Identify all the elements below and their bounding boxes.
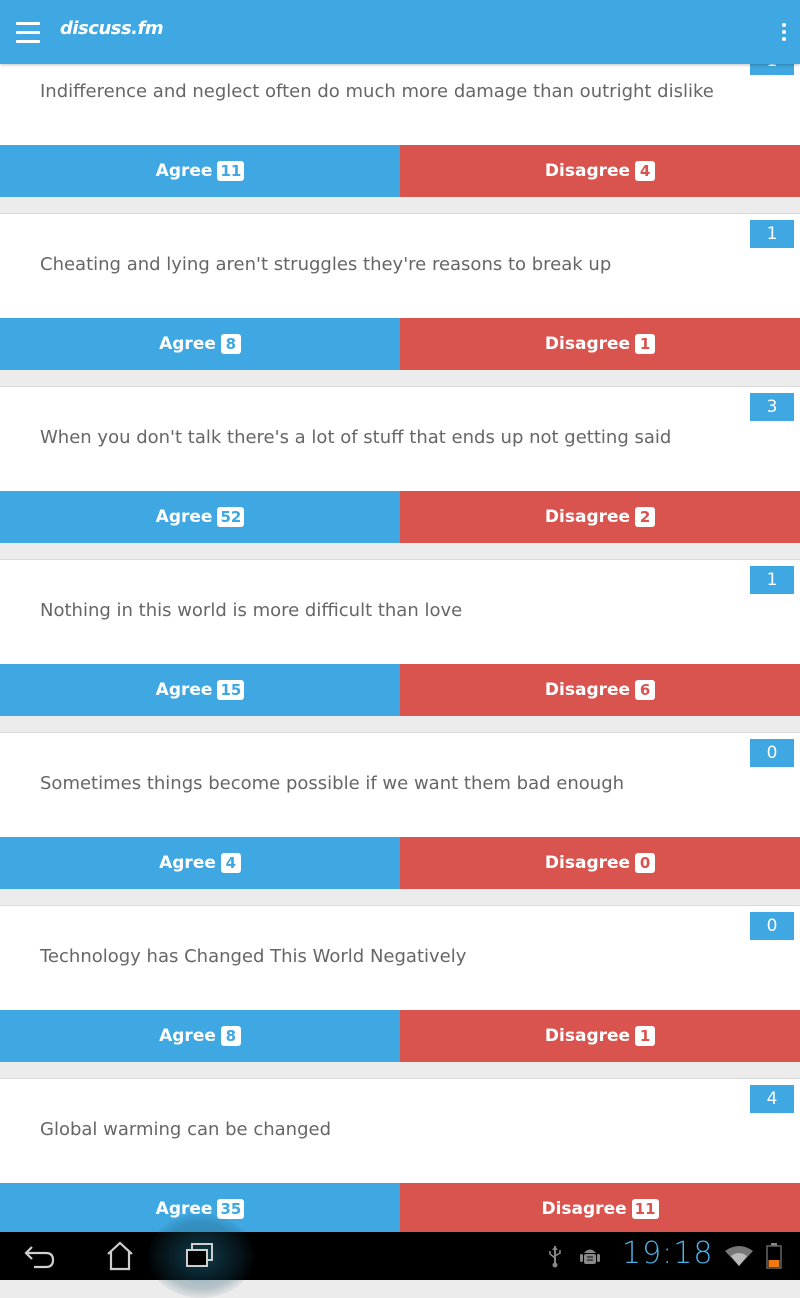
comment-count-badge[interactable]: 1: [750, 220, 794, 248]
disagree-button[interactable]: Disagree 1: [400, 1010, 800, 1062]
agree-label: Agree: [159, 1026, 216, 1046]
disagree-button[interactable]: Disagree 0: [400, 837, 800, 889]
discussion-card: 1 Cheating and lying aren't struggles th…: [0, 213, 800, 370]
disagree-label: Disagree: [544, 334, 631, 354]
disagree-label: Disagree: [544, 161, 631, 181]
disagree-button[interactable]: Disagree 2: [400, 491, 800, 543]
back-icon[interactable]: [20, 1238, 60, 1274]
discussion-card: 1 Indifference and neglect often do much…: [0, 64, 800, 197]
disagree-count: 1: [635, 334, 656, 354]
agree-count: 11: [217, 161, 245, 181]
disagree-button[interactable]: Disagree 6: [400, 664, 800, 716]
agree-button[interactable]: Agree 52: [0, 491, 400, 543]
battery-icon: [766, 1243, 782, 1273]
disagree-count: 6: [635, 680, 656, 700]
home-icon[interactable]: [100, 1238, 140, 1274]
usb-icon: [546, 1244, 564, 1272]
android-debug-icon: [578, 1244, 602, 1272]
statement-text[interactable]: When you don't talk there's a lot of stu…: [40, 427, 671, 448]
discussion-card: 0 Sometimes things become possible if we…: [0, 732, 800, 889]
menu-icon[interactable]: [10, 14, 46, 50]
discussion-feed[interactable]: 1 Indifference and neglect often do much…: [0, 64, 800, 1232]
system-navigation-bar: 19:18: [0, 1214, 800, 1298]
statement-text[interactable]: Nothing in this world is more difficult …: [40, 600, 462, 621]
agree-label: Agree: [159, 853, 216, 873]
discussion-card: 0 Technology has Changed This World Nega…: [0, 905, 800, 1062]
disagree-count: 1: [635, 1026, 656, 1046]
comment-count-badge[interactable]: 0: [750, 739, 794, 767]
comment-count-badge[interactable]: 1: [750, 64, 794, 75]
disagree-count: 0: [635, 853, 656, 873]
agree-count: 4: [220, 853, 241, 873]
comment-count-badge[interactable]: 0: [750, 912, 794, 940]
agree-count: 8: [220, 334, 241, 354]
disagree-label: Disagree: [544, 680, 631, 700]
disagree-count: 4: [635, 161, 656, 181]
discussion-card: 1 Nothing in this world is more difficul…: [0, 559, 800, 716]
disagree-label: Disagree: [544, 853, 631, 873]
comment-count-badge[interactable]: 3: [750, 393, 794, 421]
recent-apps-icon[interactable]: [180, 1238, 220, 1274]
disagree-label: Disagree: [541, 1199, 627, 1219]
agree-button[interactable]: Agree 4: [0, 837, 400, 889]
agree-label: Agree: [159, 334, 216, 354]
comment-count-badge[interactable]: 4: [750, 1085, 794, 1113]
agree-button[interactable]: Agree 11: [0, 145, 400, 197]
agree-label: Agree: [155, 680, 213, 700]
overflow-menu-icon[interactable]: [776, 18, 792, 46]
disagree-count: 11: [631, 1199, 659, 1219]
discussion-card: 3 When you don't talk there's a lot of s…: [0, 386, 800, 543]
disagree-label: Disagree: [544, 1026, 631, 1046]
disagree-button[interactable]: Disagree 4: [400, 145, 800, 197]
status-clock: 19:18: [622, 1236, 714, 1271]
agree-label: Agree: [155, 507, 213, 527]
agree-button[interactable]: Agree 8: [0, 318, 400, 370]
statement-text[interactable]: Technology has Changed This World Negati…: [40, 946, 466, 967]
wifi-icon: [724, 1245, 754, 1271]
app-bar: discuss.fm: [0, 0, 800, 64]
agree-count: 15: [217, 680, 245, 700]
agree-button[interactable]: Agree 15: [0, 664, 400, 716]
agree-count: 35: [217, 1199, 245, 1219]
disagree-button[interactable]: Disagree 11: [400, 1183, 800, 1232]
disagree-count: 2: [635, 507, 656, 527]
disagree-label: Disagree: [544, 507, 631, 527]
disagree-button[interactable]: Disagree 1: [400, 318, 800, 370]
agree-button[interactable]: Agree 8: [0, 1010, 400, 1062]
discussion-card: 4 Global warming can be changed Agree 35 …: [0, 1078, 800, 1232]
statement-text[interactable]: Global warming can be changed: [40, 1119, 331, 1140]
agree-count: 8: [220, 1026, 241, 1046]
agree-count: 52: [217, 507, 245, 527]
statement-text[interactable]: Cheating and lying aren't struggles they…: [40, 254, 611, 275]
statement-text[interactable]: Indifference and neglect often do much m…: [40, 81, 714, 102]
comment-count-badge[interactable]: 1: [750, 566, 794, 594]
statement-text[interactable]: Sometimes things become possible if we w…: [40, 773, 624, 794]
app-title: discuss.fm: [60, 18, 164, 39]
agree-label: Agree: [155, 161, 213, 181]
